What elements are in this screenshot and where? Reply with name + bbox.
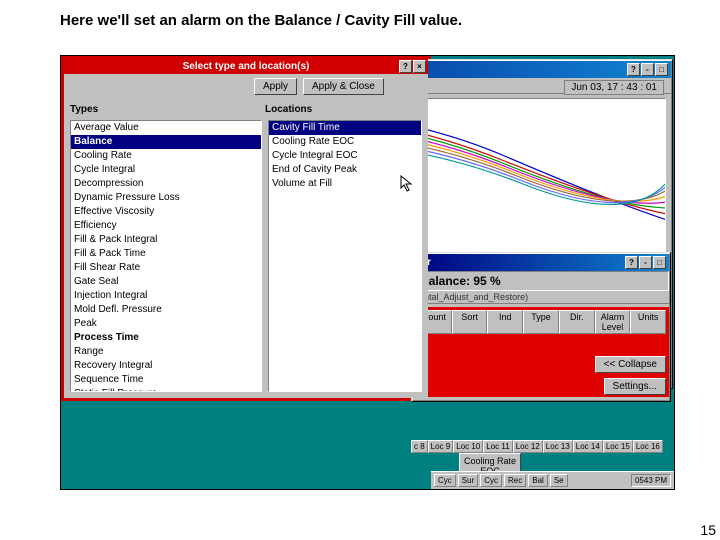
collapse-button[interactable]: << Collapse [595, 356, 666, 373]
type-item[interactable]: Mold Defl. Pressure [71, 303, 261, 317]
desktop: Cycle Graph (Mold: Balance_Accidental_Ad… [60, 55, 675, 490]
type-item[interactable]: Decompression [71, 177, 261, 191]
type-item[interactable]: Range [71, 345, 261, 359]
loc-tab[interactable]: Loc 16 [633, 440, 663, 453]
type-item[interactable]: Sequence Time [71, 373, 261, 387]
close-icon[interactable]: × [413, 60, 426, 73]
loc-tab[interactable]: Loc 14 [573, 440, 603, 453]
locations-header: Locations [265, 104, 312, 115]
location-item[interactable]: Cooling Rate EOC [269, 135, 421, 149]
apply-close-button[interactable]: Apply & Close [303, 78, 384, 95]
type-item[interactable]: Dynamic Pressure Loss [71, 191, 261, 205]
mouse-cursor-icon [400, 175, 414, 193]
type-item[interactable]: Fill & Pack Integral [71, 233, 261, 247]
loc-tab[interactable]: Loc 12 [513, 440, 543, 453]
balance-readout: Balance: 95 % [413, 271, 669, 291]
maximize-icon[interactable]: □ [655, 63, 668, 76]
type-item[interactable]: Peak [71, 317, 261, 331]
type-item[interactable]: Efficiency [71, 219, 261, 233]
type-item[interactable]: Fill & Pack Time [71, 247, 261, 261]
taskbar-item[interactable]: Se [550, 474, 568, 487]
instruction-caption: Here we'll set an alarm on the Balance /… [60, 12, 462, 29]
type-item[interactable]: Effective Viscosity [71, 205, 261, 219]
taskbar-item[interactable]: Cyc [480, 474, 502, 487]
type-item[interactable]: Cooling Rate [71, 149, 261, 163]
select-type-location-dialog: Select type and location(s) ? × Apply Ap… [61, 56, 431, 401]
type-item[interactable]: Fill Shear Rate [71, 261, 261, 275]
taskbar: CycSurCycRecBalSe0543 PM [431, 471, 674, 489]
viewer-titlebar[interactable]: ver ? - □ [413, 254, 669, 271]
alarm-panel: Count Sort Ind Type Dir. Alarm Level Uni… [413, 307, 669, 397]
apply-button[interactable]: Apply [254, 78, 297, 95]
locations-listbox[interactable]: Cavity Fill TimeCooling Rate EOCCycle In… [268, 120, 422, 392]
types-header: Types [70, 104, 265, 115]
type-item[interactable]: Static Fill Pressure [71, 387, 261, 392]
settings-button[interactable]: Settings... [604, 378, 666, 395]
taskbar-item[interactable]: Cyc [434, 474, 456, 487]
loc-tab[interactable]: Loc 15 [603, 440, 633, 453]
location-item[interactable]: Cycle Integral EOC [269, 149, 421, 163]
minimize-icon[interactable]: - [639, 256, 652, 269]
type-item[interactable]: Average Value [71, 121, 261, 135]
location-item[interactable]: Volume at Fill [269, 177, 421, 191]
maximize-icon[interactable]: □ [653, 256, 666, 269]
taskbar-item[interactable]: Sur [458, 474, 478, 487]
type-item[interactable]: Injection Integral [71, 289, 261, 303]
type-item[interactable]: Balance [71, 135, 261, 149]
taskbar-item[interactable]: Bal [528, 474, 548, 487]
types-listbox[interactable]: Average ValueBalanceCooling RateCycle In… [70, 120, 262, 392]
taskbar-clock: 0543 PM [631, 474, 671, 487]
loc-tab[interactable]: Loc 9 [428, 440, 454, 453]
location-item[interactable]: Cavity Fill Time [269, 121, 421, 135]
alarm-column-headers: Count Sort Ind Type Dir. Alarm Level Uni… [416, 310, 666, 334]
loc-tab[interactable]: Loc 10 [453, 440, 483, 453]
selector-titlebar[interactable]: Select type and location(s) ? × [64, 59, 428, 74]
type-item[interactable]: Gate Seal [71, 275, 261, 289]
type-item[interactable]: Recovery Integral [71, 359, 261, 373]
page-number: 15 [700, 522, 716, 538]
location-tabs: c 8Loc 9Loc 10Loc 11Loc 12Loc 13Loc 14Lo… [411, 440, 663, 453]
taskbar-item[interactable]: Rec [504, 474, 526, 487]
type-item[interactable]: Cycle Integral [71, 163, 261, 177]
location-item[interactable]: End of Cavity Peak [269, 163, 421, 177]
mold-name: ental_Adjust_and_Restore) [413, 291, 669, 304]
type-item[interactable]: Process Time [71, 331, 261, 345]
loc-tab[interactable]: Loc 11 [483, 440, 512, 453]
help-icon[interactable]: ? [625, 256, 638, 269]
help-icon[interactable]: ? [627, 63, 640, 76]
loc-tab[interactable]: Loc 13 [543, 440, 573, 453]
viewer-window: ver ? - □ Balance: 95 % ental_Adjust_and… [411, 252, 671, 402]
minimize-icon[interactable]: - [641, 63, 654, 76]
help-icon[interactable]: ? [399, 60, 412, 73]
cycle-timestamp: Jun 03, 17 : 43 : 01 [564, 80, 664, 95]
loc-tab[interactable]: c 8 [411, 440, 428, 453]
